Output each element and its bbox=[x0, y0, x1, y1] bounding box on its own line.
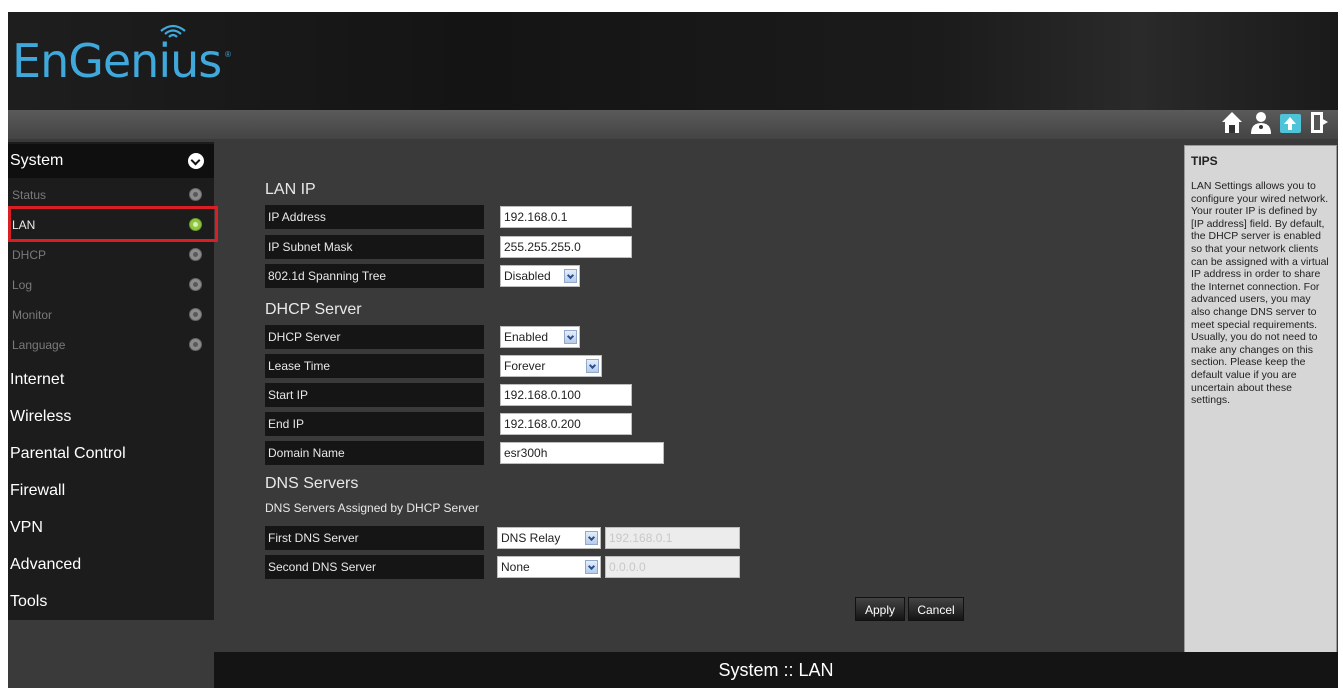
tips-title: TIPS bbox=[1191, 154, 1218, 168]
sidebar-item-system[interactable]: System bbox=[8, 144, 214, 178]
sidebar-subitem-language[interactable]: Language bbox=[8, 330, 214, 360]
sidebar-item-parental-control[interactable]: Parental Control bbox=[8, 436, 214, 472]
field-label: End IP bbox=[265, 412, 484, 436]
lan-highlight-box bbox=[8, 206, 218, 242]
select-value: DNS Relay bbox=[501, 531, 561, 545]
status-dot-icon bbox=[189, 338, 202, 351]
sidebar-item-label: Firewall bbox=[10, 482, 66, 499]
select-value: None bbox=[501, 560, 530, 574]
sidebar-subitem-lan[interactable]: LAN bbox=[8, 206, 218, 242]
section-title-dhcp-server: DHCP Server bbox=[265, 301, 362, 318]
subnet-mask-input[interactable]: 255.255.255.0 bbox=[500, 236, 632, 258]
field-label: Second DNS Server bbox=[265, 555, 484, 579]
field-label: Lease Time bbox=[265, 354, 484, 378]
status-dot-icon bbox=[189, 248, 202, 261]
tips-panel: TIPS LAN Settings allows you to configur… bbox=[1184, 145, 1337, 661]
page-title-footer: System :: LAN bbox=[214, 652, 1338, 688]
logout-icon[interactable] bbox=[1307, 108, 1332, 136]
sidebar-item-internet[interactable]: Internet bbox=[8, 362, 214, 398]
lease-time-select[interactable]: Forever bbox=[500, 355, 602, 377]
field-label: First DNS Server bbox=[265, 526, 484, 550]
sidebar-subitem-label: Log bbox=[12, 278, 33, 292]
brand-logo: EnGenius bbox=[12, 34, 222, 88]
select-value: Enabled bbox=[504, 330, 549, 344]
brand-registered-mark: ® bbox=[225, 50, 231, 59]
first-dns-select[interactable]: DNS Relay bbox=[497, 527, 601, 549]
domain-name-input[interactable]: esr300h bbox=[500, 442, 664, 464]
router-admin-frame: EnGenius ® System Status LAN DHCP Log Mo… bbox=[8, 12, 1338, 688]
field-label: IP Address bbox=[265, 205, 484, 229]
field-label: DHCP Server bbox=[265, 325, 484, 349]
sidebar-subitem-log[interactable]: Log bbox=[8, 270, 214, 300]
user-icon[interactable] bbox=[1249, 108, 1274, 136]
sidebar-item-wireless[interactable]: Wireless bbox=[8, 399, 214, 435]
field-label: Start IP bbox=[265, 383, 484, 407]
chevron-down-icon bbox=[586, 359, 599, 373]
toolbar-strip bbox=[8, 110, 1338, 139]
apply-button[interactable]: Apply bbox=[855, 597, 905, 621]
end-ip-input[interactable]: 192.168.0.200 bbox=[500, 413, 632, 435]
dns-note: DNS Servers Assigned by DHCP Server bbox=[265, 501, 479, 515]
chevron-down-icon bbox=[564, 269, 577, 283]
spanning-tree-select[interactable]: Disabled bbox=[500, 265, 580, 287]
section-title-dns-servers: DNS Servers bbox=[265, 475, 359, 492]
sidebar-item-label: Advanced bbox=[10, 556, 82, 573]
sidebar-subitem-label: LAN bbox=[12, 218, 36, 232]
chevron-down-icon bbox=[585, 531, 598, 545]
sidebar-item-label: Tools bbox=[10, 593, 48, 610]
sidebar-item-firewall[interactable]: Firewall bbox=[8, 473, 214, 509]
sidebar-item-label: Parental Control bbox=[10, 445, 126, 462]
wifi-logo-icon bbox=[160, 24, 186, 38]
sidebar-subitem-label: DHCP bbox=[12, 248, 47, 262]
wizard-icon[interactable] bbox=[1278, 108, 1303, 136]
status-dot-icon bbox=[189, 308, 202, 321]
sidebar-item-advanced[interactable]: Advanced bbox=[8, 547, 214, 583]
sidebar-item-vpn[interactable]: VPN bbox=[8, 510, 214, 546]
sidebar-item-label: System bbox=[10, 152, 64, 169]
field-label: 802.1d Spanning Tree bbox=[265, 264, 484, 288]
status-dot-icon bbox=[189, 278, 202, 291]
header-banner: EnGenius ® bbox=[8, 12, 1338, 110]
sidebar-item-label: VPN bbox=[10, 519, 43, 536]
second-dns-ip-input[interactable]: 0.0.0.0 bbox=[605, 556, 740, 578]
tips-body: LAN Settings allows you to configure you… bbox=[1191, 180, 1329, 407]
sidebar-subitem-label: Language bbox=[12, 338, 66, 352]
active-dot-icon bbox=[189, 218, 202, 231]
section-title-lan-ip: LAN IP bbox=[265, 181, 316, 198]
home-icon[interactable] bbox=[1220, 108, 1245, 136]
expand-icon bbox=[188, 153, 204, 169]
top-icon-bar bbox=[1220, 108, 1332, 136]
field-label: Domain Name bbox=[265, 441, 484, 465]
sidebar-nav: System Status LAN DHCP Log Monitor Langu… bbox=[8, 142, 218, 620]
second-dns-select[interactable]: None bbox=[497, 556, 601, 578]
sidebar-subitem-label: Status bbox=[12, 188, 47, 202]
status-dot-icon bbox=[189, 188, 202, 201]
start-ip-input[interactable]: 192.168.0.100 bbox=[500, 384, 632, 406]
select-value: Forever bbox=[504, 359, 546, 373]
field-label: IP Subnet Mask bbox=[265, 235, 484, 259]
dhcp-server-select[interactable]: Enabled bbox=[500, 326, 580, 348]
sidebar-item-label: Wireless bbox=[10, 408, 72, 425]
ip-address-input[interactable]: 192.168.0.1 bbox=[500, 206, 632, 228]
sidebar-subitem-monitor[interactable]: Monitor bbox=[8, 300, 214, 330]
sidebar-subitem-dhcp[interactable]: DHCP bbox=[8, 240, 214, 270]
sidebar-subitem-label: Monitor bbox=[12, 308, 53, 322]
sidebar-item-label: Internet bbox=[10, 371, 65, 388]
select-value: Disabled bbox=[504, 269, 551, 283]
chevron-down-icon bbox=[564, 330, 577, 344]
cancel-button[interactable]: Cancel bbox=[908, 597, 964, 621]
chevron-down-icon bbox=[585, 560, 598, 574]
sidebar-item-tools[interactable]: Tools bbox=[8, 584, 214, 620]
first-dns-ip-input[interactable]: 192.168.0.1 bbox=[605, 527, 740, 549]
